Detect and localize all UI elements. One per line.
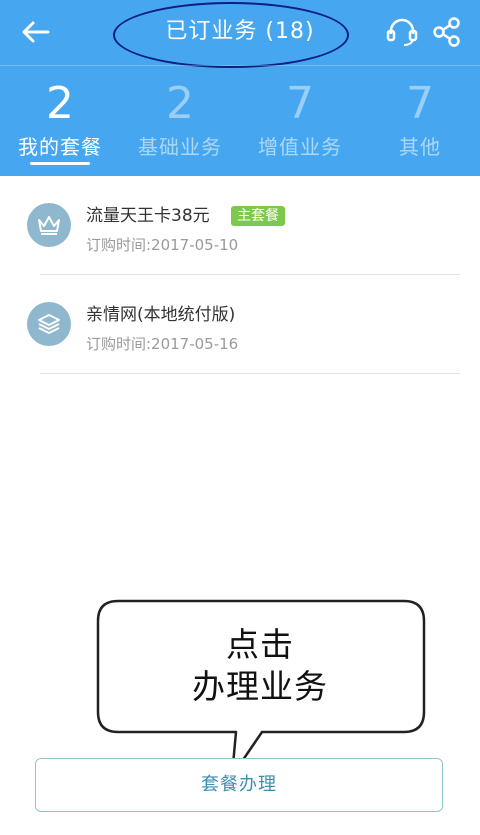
annotation-line-2: 办理业务 xyxy=(192,667,328,706)
tab-count: 7 xyxy=(286,78,314,129)
app-header: 已订业务 (18) 2 我的套餐 2 基础业务 7 增值业务 7 其他 xyxy=(0,0,480,176)
title-highlight-circle xyxy=(113,2,349,68)
package-handle-button[interactable]: 套餐办理 xyxy=(35,758,443,812)
headset-icon xyxy=(386,18,418,46)
share-icon xyxy=(433,17,460,47)
tab-count: 7 xyxy=(406,78,434,129)
order-date: 订购时间:2017-05-10 xyxy=(86,236,239,254)
list-item[interactable]: 流量天王卡38元 主套餐 订购时间:2017-05-10 xyxy=(0,176,480,274)
tab-label: 我的套餐 xyxy=(18,135,102,159)
main-package-badge: 主套餐 xyxy=(231,206,285,226)
package-icon-circle xyxy=(27,302,71,346)
annotation-text: 点击 办理业务 xyxy=(100,624,420,708)
tab-count: 2 xyxy=(166,78,194,129)
tab-value-added-services[interactable]: 7 增值业务 xyxy=(240,74,360,174)
customer-service-button[interactable] xyxy=(384,14,420,50)
tab-other[interactable]: 7 其他 xyxy=(360,74,480,174)
package-name: 流量天王卡38元 xyxy=(86,206,210,226)
tab-label: 其他 xyxy=(399,135,441,159)
annotation-line-1: 点击 xyxy=(226,625,294,664)
package-icon-circle xyxy=(27,203,71,247)
nav-bar: 已订业务 (18) xyxy=(0,0,480,68)
layers-icon xyxy=(38,314,60,334)
crown-icon xyxy=(38,216,60,235)
tab-my-packages[interactable]: 2 我的套餐 xyxy=(0,74,120,174)
package-name: 亲情网(本地统付版) xyxy=(86,305,236,325)
active-tab-underline xyxy=(30,162,90,165)
tab-label: 基础业务 xyxy=(138,135,222,159)
nav-divider xyxy=(0,65,480,66)
tab-label: 增值业务 xyxy=(258,135,342,159)
list-divider xyxy=(40,373,460,374)
tab-basic-services[interactable]: 2 基础业务 xyxy=(120,74,240,174)
share-button[interactable] xyxy=(430,14,464,50)
list-item[interactable]: 亲情网(本地统付版) 订购时间:2017-05-16 xyxy=(0,275,480,373)
tab-count: 2 xyxy=(46,78,74,129)
service-tabs: 2 我的套餐 2 基础业务 7 增值业务 7 其他 xyxy=(0,74,480,174)
order-date: 订购时间:2017-05-16 xyxy=(86,335,239,353)
